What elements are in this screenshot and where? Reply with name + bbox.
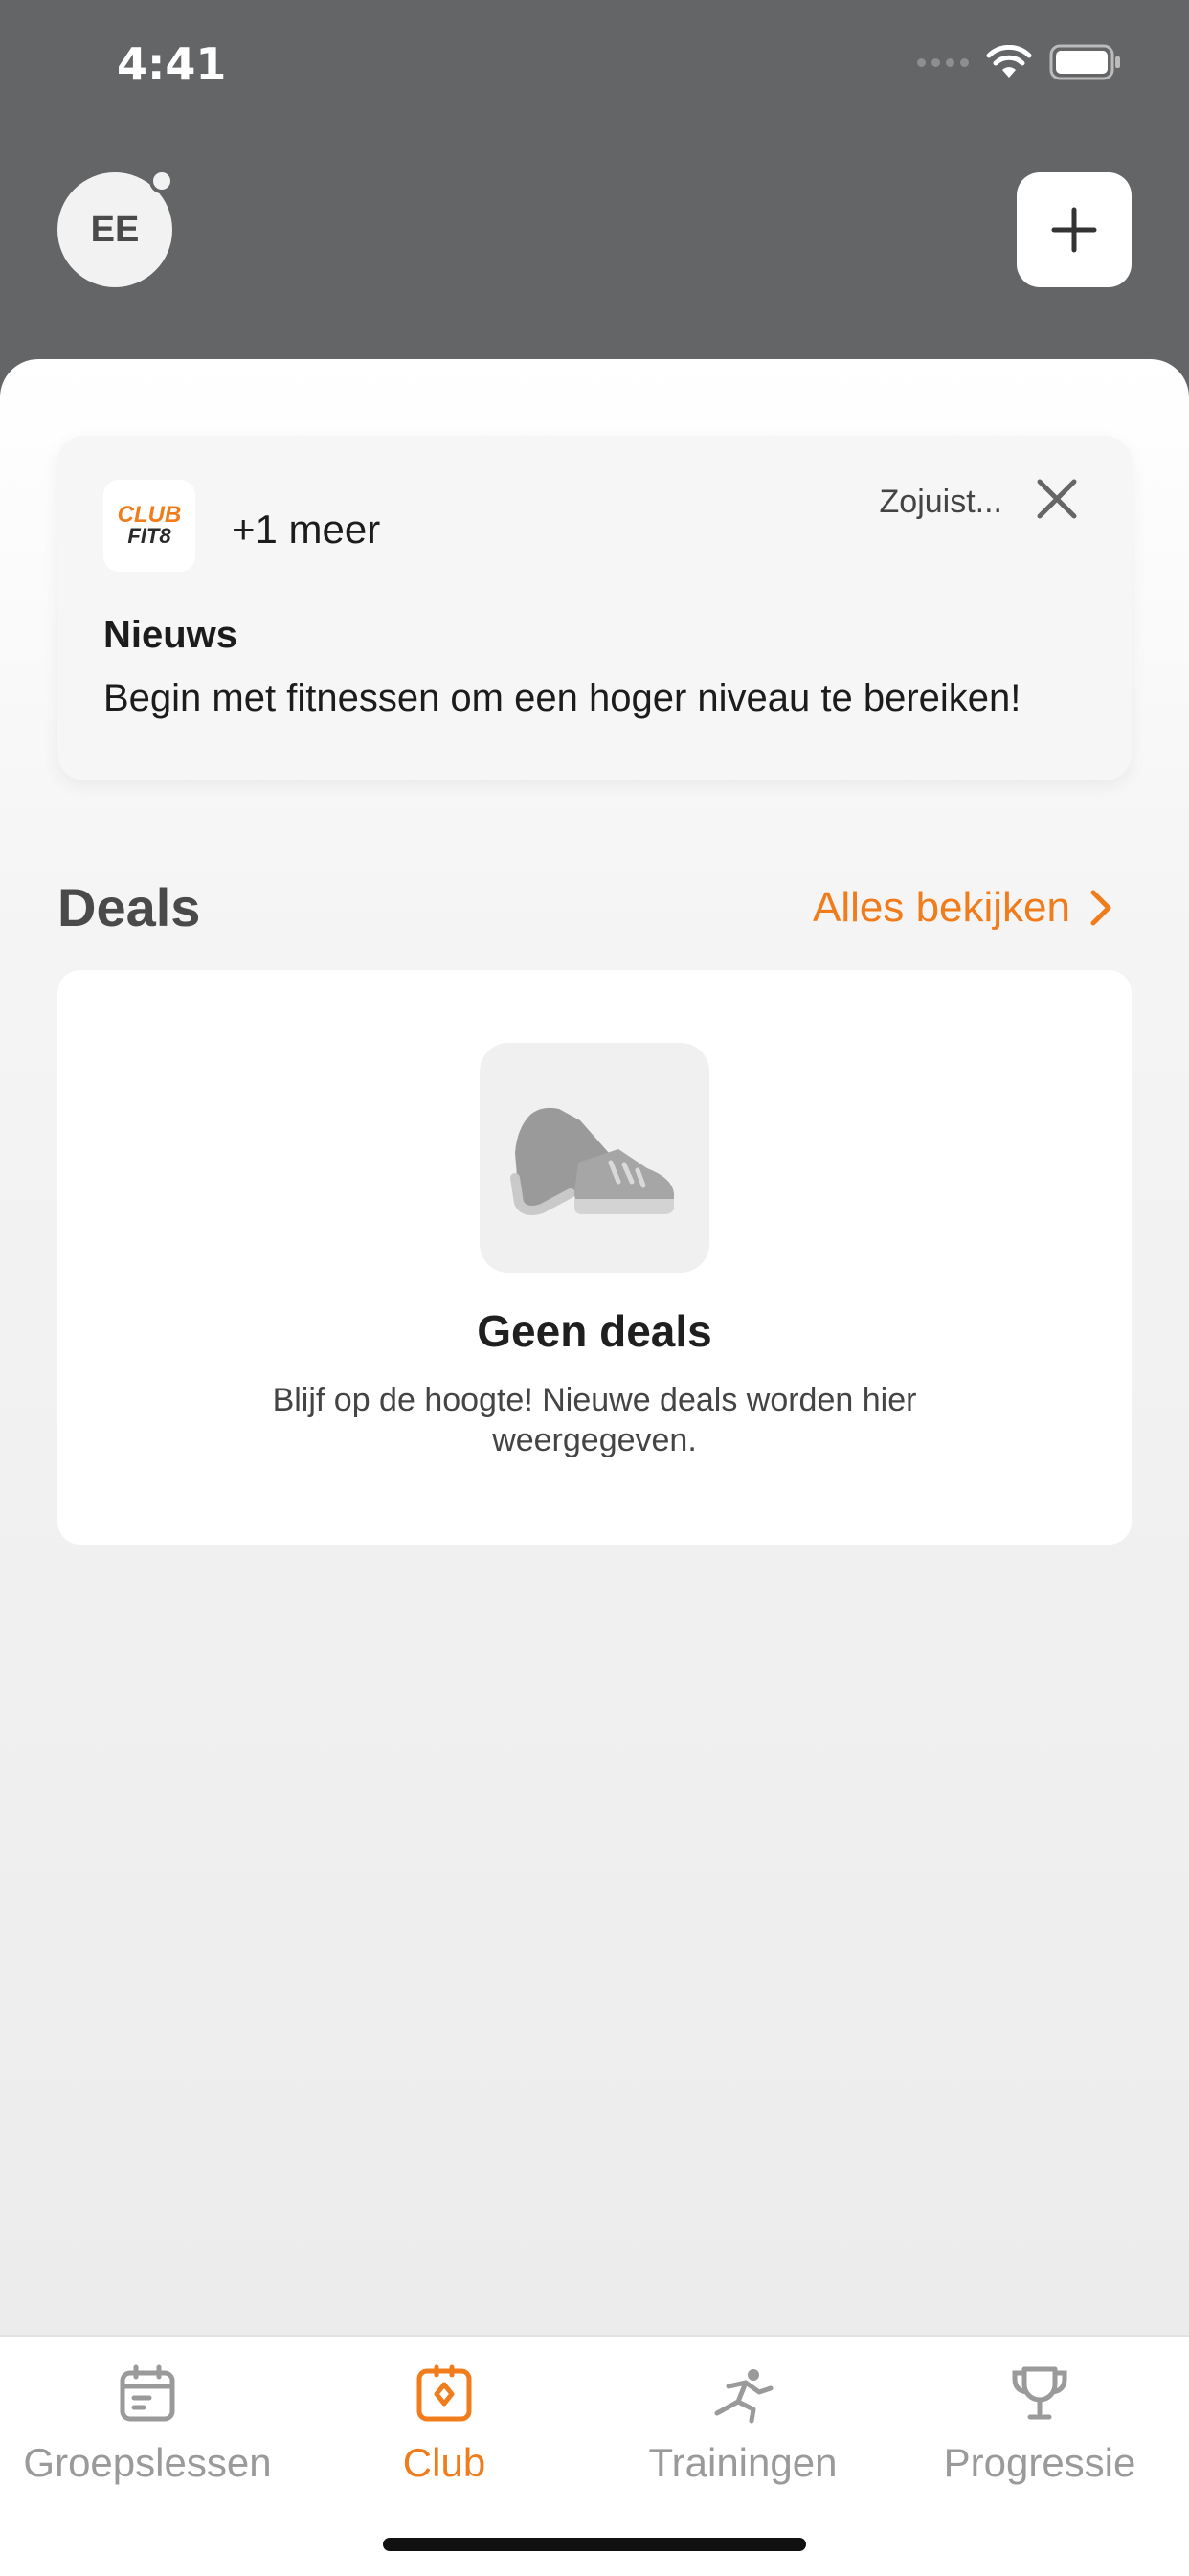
avatar-initials: EE — [90, 209, 140, 250]
top-header: 4:41 EE — [0, 0, 1189, 402]
tab-label: Club — [402, 2440, 486, 2485]
see-all-deals-link[interactable]: Alles bekijken — [813, 884, 1112, 932]
tab-groepslessen[interactable]: Groepslessen — [4, 2356, 291, 2486]
close-icon[interactable] — [1032, 474, 1082, 524]
plus-icon — [1051, 207, 1097, 253]
logo-text-line1: CLUB — [117, 502, 182, 528]
notification-time: Zojuist... — [879, 484, 1002, 520]
empty-state-title: Geen deals — [477, 1306, 712, 1356]
notification-body: Begin met fitnessen om een hoger niveau … — [103, 677, 1021, 719]
news-notification-card[interactable]: CLUB FIT8 +1 meer Zojuist... Nieuws Begi… — [57, 436, 1132, 780]
tab-label: Trainingen — [648, 2440, 838, 2485]
status-indicators — [917, 44, 1122, 80]
tab-label: Groepslessen — [23, 2440, 272, 2485]
club-icon — [416, 2364, 472, 2422]
sneakers-icon — [480, 1043, 709, 1273]
wifi-icon — [986, 45, 1032, 78]
notification-title: Nieuws — [103, 614, 238, 656]
add-button[interactable] — [1017, 172, 1132, 287]
tab-trainingen[interactable]: Trainingen — [599, 2356, 886, 2486]
empty-state-description: Blijf op de hoogte! Nieuwe deals worden … — [272, 1382, 917, 1458]
runner-icon — [714, 2369, 774, 2424]
see-all-label: Alles bekijken — [812, 884, 1070, 931]
tab-label: Progressie — [943, 2440, 1136, 2485]
signal-icon — [917, 57, 969, 67]
battery-icon — [1049, 44, 1120, 80]
deals-empty-card: Geen deals Blijf op de hoogte! Nieuwe de… — [57, 970, 1132, 1545]
notification-dot — [149, 169, 174, 193]
tab-progressie[interactable]: Progressie — [896, 2356, 1183, 2486]
status-time: 4:41 — [117, 38, 227, 90]
tab-club[interactable]: Club — [301, 2356, 588, 2486]
more-notifications-label: +1 meer — [232, 507, 381, 552]
home-indicator[interactable] — [383, 2538, 806, 2551]
logo-text-line2: FIT8 — [127, 524, 171, 548]
club-logo: CLUB FIT8 — [103, 480, 195, 572]
calendar-icon — [120, 2364, 175, 2422]
deals-section-title: Deals — [57, 877, 201, 938]
avatar[interactable]: EE — [57, 169, 174, 287]
chevron-right-icon — [1090, 890, 1111, 926]
main-content: CLUB FIT8 +1 meer Zojuist... Nieuws Begi… — [0, 359, 1189, 2335]
trophy-icon — [1012, 2366, 1067, 2420]
